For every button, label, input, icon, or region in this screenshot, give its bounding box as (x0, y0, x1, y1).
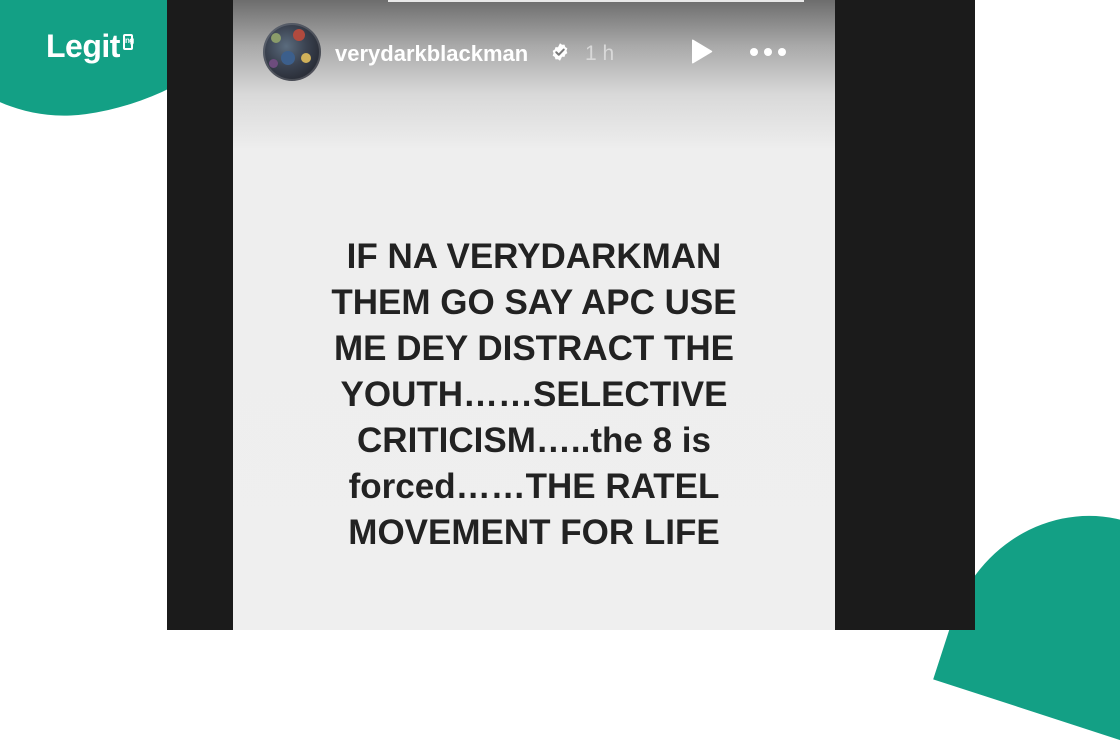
avatar[interactable] (263, 23, 321, 81)
story-text-line: IF NA VERYDARKMAN (346, 237, 722, 276)
story-text-line: THEM GO SAY APC USE (331, 283, 737, 322)
more-options-icon[interactable] (748, 42, 788, 62)
verified-badge-icon (552, 43, 568, 61)
story-text-line: MOVEMENT FOR LIFE (348, 513, 720, 552)
avatar-detail (271, 33, 281, 43)
logo-suffix-badge: ng (122, 34, 134, 50)
story-time-ago: 1 h (585, 42, 615, 65)
avatar-detail (301, 53, 311, 63)
story-text-line: YOUTH……SELECTIVE (340, 375, 728, 414)
legit-logo[interactable]: Legit ng (46, 28, 134, 65)
avatar-detail (281, 51, 295, 65)
story-text-block: IF NA VERYDARKMAN THEM GO SAY APC USE ME… (260, 234, 808, 556)
story-username[interactable]: verydarkblackman (335, 41, 528, 67)
story-text-line: ME DEY DISTRACT THE (334, 329, 734, 368)
play-icon[interactable] (688, 38, 714, 66)
avatar-detail (293, 29, 305, 41)
story-progress-bar (388, 0, 804, 2)
story-text-line: forced……THE RATEL (348, 467, 720, 506)
logo-text: Legit (46, 28, 120, 64)
story-text-line: CRITICISM…..the 8 is (357, 421, 711, 460)
avatar-detail (269, 59, 278, 68)
